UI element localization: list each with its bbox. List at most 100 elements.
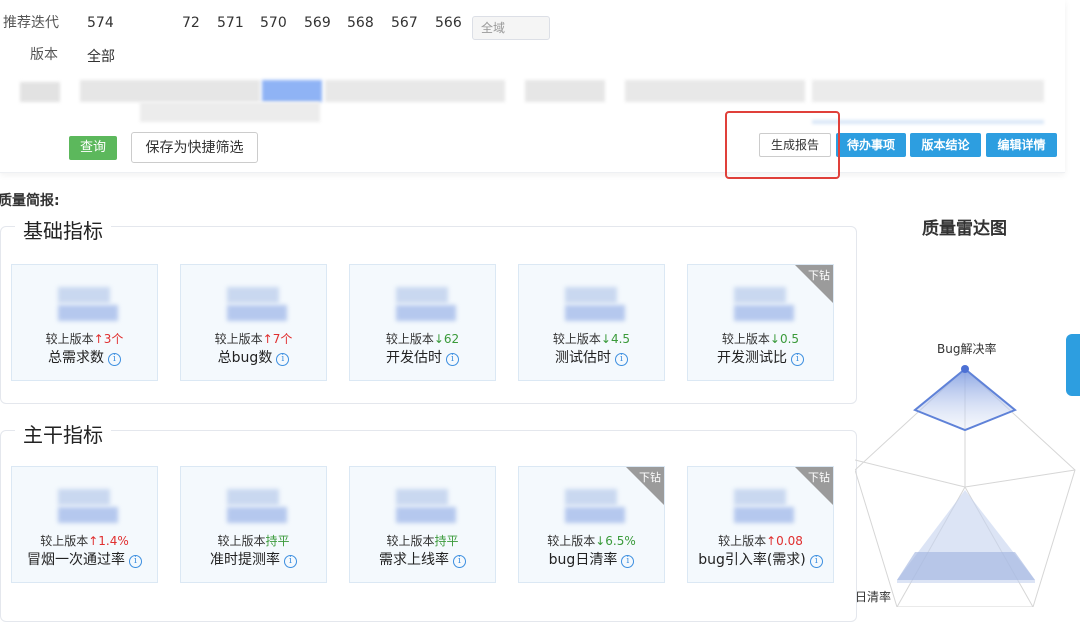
iteration-option[interactable]: 566	[435, 15, 462, 31]
edit-details-button[interactable]: 编辑详情	[986, 133, 1057, 157]
iteration-option[interactable]: 571	[217, 15, 244, 31]
trend-delta: 持平	[434, 534, 459, 548]
metric-card[interactable]: 较上版本↓62 开发估时 i	[349, 264, 496, 381]
scope-select[interactable]: 全域	[472, 16, 550, 40]
compare-label: 较上版本	[718, 534, 767, 548]
trend-delta: 62	[443, 332, 460, 346]
metric-card[interactable]: 较上版本↓0.5 开发测试比 i 下钻	[687, 264, 834, 381]
info-icon[interactable]: i	[284, 555, 297, 568]
metric-compare: 较上版本↓0.5	[688, 330, 833, 347]
metric-compare: 较上版本↓62	[350, 330, 495, 347]
trend-delta: 1.4%	[98, 534, 129, 548]
highlight-box	[725, 111, 840, 179]
redacted-value	[565, 489, 617, 505]
metric-name: 需求上线率	[379, 552, 449, 568]
trend-delta: 持平	[265, 534, 290, 548]
metric-name-row: 开发测试比 i	[688, 347, 833, 367]
info-icon[interactable]: i	[809, 555, 823, 568]
info-icon[interactable]: i	[615, 353, 628, 366]
query-button[interactable]: 查询	[69, 136, 117, 160]
redacted-filter-selected	[262, 80, 322, 102]
drill-down-label[interactable]: 下钻	[639, 469, 661, 485]
metric-card[interactable]: 较上版本↓4.5 测试估时 i	[518, 264, 665, 381]
trend-arrow: ↑	[88, 534, 99, 548]
redacted-value	[396, 489, 448, 505]
redacted-value	[396, 507, 456, 523]
version-value[interactable]: 全部	[87, 46, 115, 66]
metric-card[interactable]: 较上版本↑1.4% 冒烟一次通过率 i	[11, 466, 158, 583]
section-title: 基础指标	[15, 215, 111, 244]
drill-down-label[interactable]: 下钻	[808, 469, 830, 485]
trend-arrow: ↑	[262, 332, 273, 346]
iteration-option[interactable]: 72	[182, 15, 200, 31]
radar-axis-label: 日清率	[855, 589, 891, 604]
redacted-value	[227, 287, 279, 303]
metric-name: bug引入率(需求)	[698, 552, 806, 568]
iteration-option[interactable]: 570	[260, 15, 287, 31]
redacted-value	[734, 507, 794, 523]
iteration-label: 推荐迭代	[3, 15, 59, 31]
iteration-option[interactable]: 574	[87, 15, 114, 31]
metric-card[interactable]: 较上版本↑7个总bug数 i	[180, 264, 327, 381]
info-icon[interactable]: i	[446, 353, 459, 366]
compare-label: 较上版本	[214, 332, 263, 346]
metric-compare: 较上版本持平	[350, 532, 495, 549]
version-conclusion-button[interactable]: 版本结论	[910, 133, 981, 157]
metric-card[interactable]: 较上版本持平 准时提测率 i	[180, 466, 327, 583]
metric-card[interactable]: 较上版本↑0.08 bug引入率(需求) i 下钻	[687, 466, 834, 583]
metric-name: 开发测试比	[717, 350, 787, 366]
redacted-value	[396, 287, 448, 303]
info-icon[interactable]: i	[621, 555, 635, 568]
redacted-value	[58, 287, 110, 303]
redacted-filter	[812, 80, 1044, 102]
metric-name-row: 总需求数 i	[12, 347, 157, 367]
info-icon[interactable]: i	[453, 555, 466, 568]
compare-label: 较上版本	[45, 332, 94, 346]
iteration-option[interactable]: 567	[391, 15, 418, 31]
redacted-filter	[20, 82, 60, 102]
iteration-option[interactable]: 568	[347, 15, 374, 31]
iteration-option[interactable]: 569	[304, 15, 331, 31]
compare-label: 较上版本	[385, 332, 434, 346]
info-icon[interactable]: i	[791, 353, 804, 366]
trend-delta: 6.5%	[605, 534, 636, 548]
redacted-value	[227, 507, 287, 523]
trend-delta: 0.5	[779, 332, 800, 346]
metric-compare: 较上版本↑0.08	[688, 532, 833, 549]
metric-card[interactable]: 较上版本↑3个 总需求数 i	[11, 264, 158, 381]
trend-arrow: ↓	[769, 332, 780, 346]
redacted-value	[565, 305, 625, 321]
compare-label: 较上版本	[386, 534, 435, 548]
radar-area-top	[913, 367, 1017, 432]
metric-card[interactable]: 较上版本↓6.5% bug日清率 i 下钻	[518, 466, 665, 583]
save-quick-filter-button[interactable]: 保存为快捷筛选	[131, 132, 258, 163]
redacted-filter	[140, 102, 320, 122]
metric-name: 总bug数	[217, 350, 273, 366]
side-floating-tab[interactable]	[1066, 334, 1080, 396]
compare-label: 较上版本	[721, 332, 770, 346]
trend-arrow: ↓	[600, 332, 611, 346]
metric-card[interactable]: 较上版本持平需求上线率 i	[349, 466, 496, 583]
redacted-filter	[525, 80, 605, 102]
redacted-value	[227, 305, 287, 321]
todo-button[interactable]: 待办事项	[836, 133, 906, 157]
trend-arrow: ↑	[93, 332, 104, 346]
drill-down-label[interactable]: 下钻	[808, 267, 830, 283]
filter-panel: 推荐迭代 574 72 571 570 569 568 567 566 全域 版…	[0, 0, 1065, 173]
metric-name-row: 需求上线率 i	[350, 549, 495, 569]
metric-compare: 较上版本↓6.5%	[519, 532, 664, 549]
redacted-value	[396, 305, 456, 321]
redacted-filter	[80, 80, 260, 102]
info-icon[interactable]: i	[129, 555, 142, 568]
metric-compare: 较上版本↑7个	[181, 330, 326, 347]
compare-label: 较上版本	[547, 534, 596, 548]
redacted-value	[58, 507, 118, 523]
redacted-value	[734, 287, 786, 303]
info-icon[interactable]: i	[276, 353, 290, 366]
info-icon[interactable]: i	[108, 353, 121, 366]
metric-name: 总需求数	[48, 350, 104, 366]
redacted-value	[734, 305, 794, 321]
metric-name-row: 测试估时 i	[519, 347, 664, 367]
compare-label: 较上版本	[552, 332, 601, 346]
metric-compare: 较上版本↑1.4%	[12, 532, 157, 549]
